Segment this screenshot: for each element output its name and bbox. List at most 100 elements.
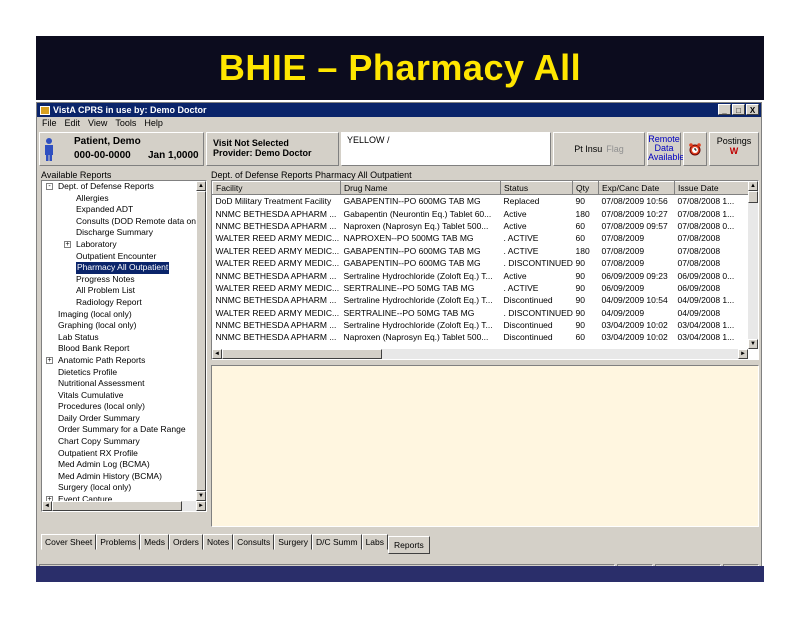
window-titlebar[interactable]: VistA CPRS in use by: Demo Doctor _ □ X [37,103,761,117]
tree-item[interactable]: Allergies [42,193,206,205]
pt-insurance-button[interactable]: Pt Insu [574,144,602,154]
tab-meds[interactable]: Meds [140,534,169,550]
visit-info-button[interactable]: Visit Not Selected Provider: Demo Doctor [206,132,339,166]
close-button[interactable]: X [746,104,759,115]
table-row[interactable]: NNMC BETHESDA APHARM ... Naproxen (Napros… [213,220,751,232]
table-cell: Naproxen (Naprosyn Eq.) Tablet 500... [343,332,489,343]
menu-edit[interactable]: Edit [65,118,81,131]
tree-item[interactable]: Consults (DOD Remote data only [42,216,206,228]
reminders-button[interactable] [683,132,707,166]
tree-item[interactable]: Expanded ADT [42,204,206,216]
table-row[interactable]: DoD Military Treatment Facility GABAPENTI… [213,195,751,208]
tree-item[interactable]: - Dept. of Defense Reports [42,181,206,193]
tree-item[interactable]: Graphing (local only) [42,320,206,332]
tree-item[interactable]: Chart Copy Summary [42,436,206,448]
tab-surgery[interactable]: Surgery [274,534,312,550]
tree-item[interactable]: Med Admin History (BCMA) [42,471,206,483]
table-row[interactable]: NNMC BETHESDA APHARM ... Sertraline Hydro… [213,319,751,331]
table-row[interactable]: WALTER REED ARMY MEDIC... NAPROXEN--PO 50… [213,232,751,244]
tree-item[interactable]: Outpatient Encounter [42,251,206,263]
tree-item[interactable]: Order Summary for a Date Range [42,424,206,436]
collapse-icon[interactable]: - [46,183,53,190]
tree-item[interactable]: All Problem List [42,285,206,297]
scroll-thumb[interactable] [52,501,182,511]
tree-item[interactable]: Imaging (local only) [42,309,206,321]
column-header[interactable]: Exp/Canc Date [598,181,675,195]
scroll-down-button[interactable]: ▼ [196,491,206,501]
tree-item[interactable]: Med Admin Log (BCMA) [42,459,206,471]
tree-item[interactable]: Progress Notes [42,274,206,286]
table-row[interactable]: NNMC BETHESDA APHARM ... Sertraline Hydro… [213,294,751,306]
postings-button[interactable]: Postings W [709,132,759,166]
tree-item[interactable]: + Anatomic Path Reports [42,355,206,367]
column-header[interactable]: Issue Date [674,181,751,195]
table-row[interactable]: NNMC BETHESDA APHARM ... Sertraline Hydro… [213,269,751,281]
tree-item[interactable]: Discharge Summary [42,227,206,239]
reports-tree[interactable]: - Dept. of Defense Reports Allergies Expand… [41,180,207,512]
tree-item[interactable]: Nutritional Assessment [42,378,206,390]
table-row[interactable]: WALTER REED ARMY MEDIC... SERTRALINE--PO … [213,282,751,294]
scroll-up-button[interactable]: ▲ [196,181,206,191]
tree-item[interactable]: Daily Order Summary [42,413,206,425]
scroll-thumb[interactable] [222,349,382,359]
tree-item[interactable]: Vitals Cumulative [42,390,206,402]
tab-orders[interactable]: Orders [168,534,203,550]
table-cell: WALTER REED ARMY MEDIC... [215,307,340,318]
flag-button[interactable]: Flag [606,144,624,154]
report-detail-pane[interactable] [211,365,759,527]
table-row[interactable]: WALTER REED ARMY MEDIC... SERTRALINE--PO … [213,307,751,319]
maximize-button[interactable]: □ [732,104,745,115]
scroll-thumb[interactable] [196,191,206,491]
tree-item-label: Order Summary for a Date Range [58,424,186,435]
tree-item-label: Vitals Cumulative [58,389,124,400]
scroll-right-button[interactable]: ► [738,349,748,359]
table-row[interactable]: WALTER REED ARMY MEDIC... GABAPENTIN--PO … [213,245,751,257]
column-header[interactable]: Qty [572,181,599,195]
tree-item[interactable]: Procedures (local only) [42,401,206,413]
postings-line[interactable]: YELLOW / [341,132,551,166]
tree-item[interactable]: Radiology Report [42,297,206,309]
menu-file[interactable]: File [42,118,57,131]
table-row[interactable]: NNMC BETHESDA APHARM ... Gabapentin (Neur… [213,207,751,219]
tab-cover-sheet[interactable]: Cover Sheet [41,534,97,550]
tab-consults[interactable]: Consults [233,534,275,550]
scroll-down-button[interactable]: ▼ [748,339,758,349]
tree-item[interactable]: Lab Status [42,332,206,344]
remote-data-button[interactable]: Remote Data Available [647,132,684,166]
report-grid[interactable]: Facility Drug Name Status Qty Exp/Canc Date I… [211,180,759,360]
grid-vscrollbar[interactable]: ▲ ▼ [748,181,758,349]
expand-icon[interactable]: + [46,356,53,364]
scroll-right-button[interactable]: ► [196,501,206,511]
menu-tools[interactable]: Tools [115,118,136,131]
table-row[interactable]: WALTER REED ARMY MEDIC... GABAPENTIN--PO … [213,257,751,269]
minimize-button[interactable]: _ [718,104,731,115]
scroll-thumb[interactable] [748,191,758,203]
column-header[interactable]: Facility [212,181,341,195]
tab-reports[interactable]: Reports [388,536,430,554]
tree-item[interactable]: Surgery (local only) [42,482,206,494]
tree-item[interactable]: Pharmacy All Outpatient [42,262,206,274]
app-icon [40,105,50,115]
expand-icon[interactable]: + [64,240,71,248]
table-row[interactable]: NNMC BETHESDA APHARM ... Naproxen (Napros… [213,331,751,343]
grid-hscrollbar[interactable]: ◄ ► [212,349,748,359]
scroll-left-button[interactable]: ◄ [212,349,222,359]
column-header[interactable]: Status [500,181,573,195]
tree-vscrollbar[interactable]: ▲ ▼ [196,181,206,501]
tree-item[interactable]: Blood Bank Report [42,343,206,355]
tree-item[interactable]: Outpatient RX Profile [42,448,206,460]
tree-hscrollbar[interactable]: ◄ ► [42,501,206,511]
scroll-up-button[interactable]: ▲ [748,181,758,191]
column-header[interactable]: Drug Name [340,181,501,195]
tree-item[interactable]: Dietetics Profile [42,367,206,379]
scroll-left-button[interactable]: ◄ [42,501,52,511]
tab-d-c-summ[interactable]: D/C Summ [312,534,362,550]
table-cell: 60 [575,220,585,231]
menu-help[interactable]: Help [144,118,163,131]
patient-info-button[interactable]: Patient, Demo 000-00-0000 Jan 1,0000 [39,132,204,166]
tree-item[interactable]: + Laboratory [42,239,206,251]
tab-problems[interactable]: Problems [96,534,141,550]
tab-notes[interactable]: Notes [202,534,234,550]
tab-labs[interactable]: Labs [361,534,388,550]
menu-view[interactable]: View [88,118,107,131]
